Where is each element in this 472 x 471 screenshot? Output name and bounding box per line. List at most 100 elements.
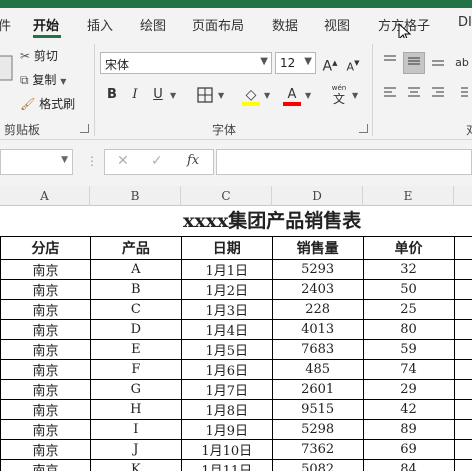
table-cell[interactable]: D (89, 319, 182, 340)
table-cell[interactable]: 42 (362, 399, 455, 420)
table-cell[interactable]: K (89, 459, 182, 471)
table-cell[interactable]: 228 (271, 299, 364, 320)
table-cell[interactable]: 1月4日 (180, 319, 273, 340)
table-cell[interactable]: 69 (362, 439, 455, 460)
table-cell[interactable]: J (89, 439, 182, 460)
column-header-e[interactable]: E (363, 186, 454, 206)
table-cell[interactable]: 80 (362, 319, 455, 340)
table-cell[interactable]: 485 (271, 359, 364, 380)
font-launcher-icon[interactable] (359, 124, 368, 133)
tab-home[interactable]: 开始 (33, 15, 59, 34)
table-cell[interactable]: 32 (362, 259, 455, 280)
table-cell[interactable] (453, 419, 472, 440)
header-cell[interactable] (453, 236, 472, 260)
clipboard-launcher-icon[interactable] (80, 124, 89, 133)
table-cell[interactable] (453, 279, 472, 300)
table-cell[interactable]: 南京 (0, 439, 91, 460)
table-cell[interactable] (453, 259, 472, 280)
table-cell[interactable]: 89 (362, 419, 455, 440)
borders-button[interactable] (194, 84, 216, 106)
tab-data[interactable]: 数据 (272, 15, 298, 34)
font-color-button[interactable]: A (281, 84, 303, 106)
table-cell[interactable]: 1月2日 (180, 279, 273, 300)
align-left-button[interactable] (379, 84, 401, 106)
table-cell[interactable]: A (89, 259, 182, 280)
table-cell[interactable]: 1月10日 (180, 439, 273, 460)
align-center-button[interactable] (403, 84, 425, 106)
italic-button[interactable]: I (124, 84, 146, 106)
table-cell[interactable]: H (89, 399, 182, 420)
table-cell[interactable] (453, 379, 472, 400)
tab-page-layout[interactable]: 页面布局 (192, 15, 244, 34)
format-painter-button[interactable]: 🖌 格式刷 (20, 95, 75, 112)
tab-insert[interactable]: 插入 (87, 15, 113, 34)
table-cell[interactable]: 9515 (271, 399, 364, 420)
table-cell[interactable]: 1月3日 (180, 299, 273, 320)
table-cell[interactable]: 2601 (271, 379, 364, 400)
chevron-down-icon[interactable]: ▼ (352, 91, 358, 100)
table-cell[interactable]: 1月7日 (180, 379, 273, 400)
table-cell[interactable]: 5082 (271, 459, 364, 471)
table-cell[interactable] (453, 399, 472, 420)
indent-button[interactable] (451, 84, 472, 106)
table-cell[interactable]: 南京 (0, 459, 91, 471)
header-cell[interactable]: 单价 (362, 236, 455, 260)
tab-view[interactable]: 视图 (324, 15, 350, 34)
table-cell[interactable]: 1月6日 (180, 359, 273, 380)
orientation-button[interactable]: ab (451, 52, 472, 74)
table-cell[interactable]: 南京 (0, 419, 91, 440)
formula-input[interactable] (216, 149, 472, 175)
align-bottom-button[interactable] (427, 52, 449, 74)
paste-button[interactable] (0, 48, 14, 98)
table-cell[interactable]: 29 (362, 379, 455, 400)
table-cell[interactable]: 南京 (0, 299, 91, 320)
table-cell[interactable]: 74 (362, 359, 455, 380)
sheet-title[interactable]: xxxx集团产品销售表 (183, 206, 361, 236)
table-cell[interactable] (453, 319, 472, 340)
chevron-down-icon[interactable]: ▼ (305, 91, 311, 100)
table-cell[interactable]: 南京 (0, 259, 91, 280)
shrink-font-button[interactable]: A▼ (342, 52, 364, 74)
table-cell[interactable]: 1月5日 (180, 339, 273, 360)
header-cell[interactable]: 产品 (89, 236, 182, 260)
phonetic-button[interactable]: wén 文 (326, 80, 352, 108)
table-cell[interactable]: 5298 (271, 419, 364, 440)
table-cell[interactable]: 南京 (0, 339, 91, 360)
table-cell[interactable]: 1月11日 (180, 459, 273, 471)
font-name-select[interactable]: 宋体 ▼ (100, 52, 272, 74)
column-header-d[interactable]: D (272, 186, 363, 206)
table-cell[interactable]: G (89, 379, 182, 400)
table-cell[interactable]: 84 (362, 459, 455, 471)
table-cell[interactable] (453, 299, 472, 320)
table-cell[interactable]: 南京 (0, 319, 91, 340)
tab-file[interactable]: 件 (0, 15, 11, 34)
tab-di[interactable]: DI (458, 15, 472, 30)
table-cell[interactable]: 南京 (0, 279, 91, 300)
table-cell[interactable]: F (89, 359, 182, 380)
copy-button[interactable]: ⧉ 复制 ▼ (20, 71, 66, 88)
table-cell[interactable]: 南京 (0, 379, 91, 400)
header-cell[interactable]: 分店 (0, 236, 91, 260)
table-cell[interactable]: E (89, 339, 182, 360)
chevron-down-icon[interactable]: ▼ (61, 155, 68, 165)
table-cell[interactable] (453, 439, 472, 460)
cut-button[interactable]: ✂ 剪切 (20, 47, 58, 64)
header-cell[interactable]: 日期 (180, 236, 273, 260)
tab-draw[interactable]: 绘图 (140, 15, 166, 34)
table-cell[interactable]: 7683 (271, 339, 364, 360)
table-cell[interactable]: 5293 (271, 259, 364, 280)
table-cell[interactable]: 50 (362, 279, 455, 300)
underline-button[interactable]: U (147, 84, 169, 106)
column-header-c[interactable]: C (181, 186, 272, 206)
align-top-button[interactable] (379, 52, 401, 74)
table-cell[interactable]: 1月9日 (180, 419, 273, 440)
table-cell[interactable] (453, 339, 472, 360)
table-cell[interactable]: 25 (362, 299, 455, 320)
table-cell[interactable] (453, 359, 472, 380)
cancel-icon[interactable]: ✕ (117, 153, 129, 169)
table-cell[interactable]: 1月8日 (180, 399, 273, 420)
grow-font-button[interactable]: A▲ (319, 52, 341, 74)
worksheet[interactable]: xxxx集团产品销售表 分店 产品 日期 销售量 单价 南京 A 1月1日 5293 3… (0, 206, 472, 471)
name-box[interactable]: ▼ (0, 149, 73, 175)
table-cell[interactable]: 59 (362, 339, 455, 360)
